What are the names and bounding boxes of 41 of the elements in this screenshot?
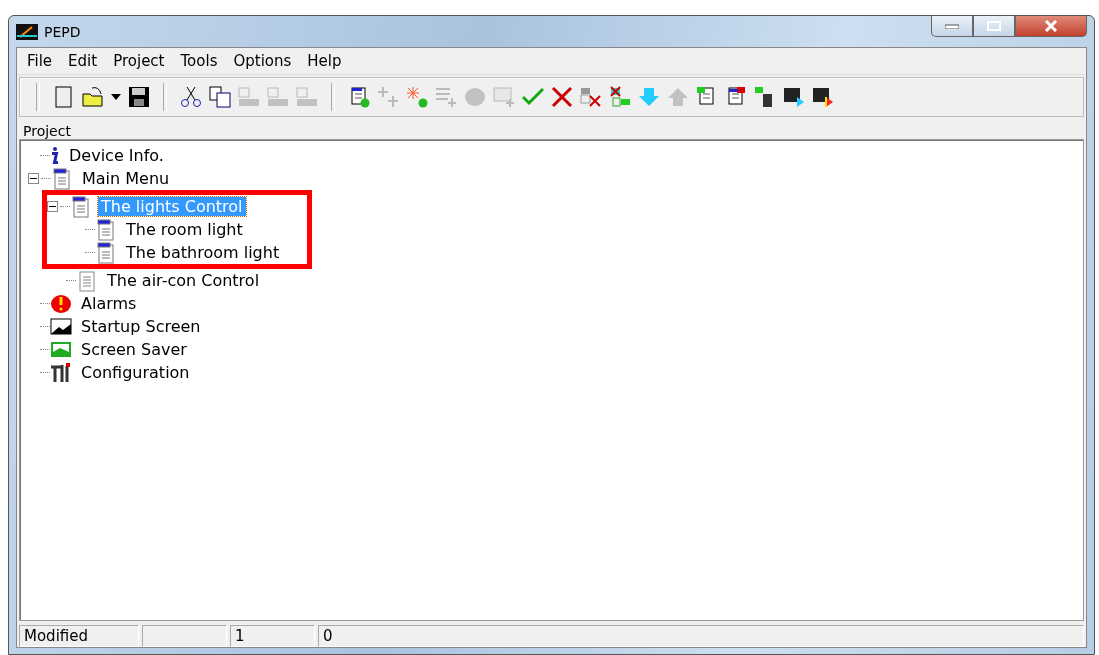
page-icon [51,167,73,190]
status-text: Modified [19,625,139,647]
group-label: Project [22,123,72,139]
tree-item[interactable]: Main Menu [79,169,173,188]
minus-icon [30,175,37,182]
app-logo-icon [16,23,38,40]
status-text: 0 [318,625,1084,647]
minus-icon [49,203,56,210]
menu-item[interactable]: Project [105,50,173,72]
collapse-toggle[interactable] [47,201,58,212]
maximize-button[interactable] [973,16,1015,37]
info-icon [50,144,60,167]
page-icon [95,241,117,264]
image-icon [50,315,72,338]
minimize-button[interactable] [931,16,973,37]
menu-item[interactable]: Tools [172,50,226,72]
page-icon [70,195,92,218]
tree-item[interactable]: Screen Saver [78,340,190,359]
tree-item[interactable]: Alarms [78,294,140,313]
page-icon [95,218,117,241]
menu-item[interactable]: Help [299,50,350,72]
menu-item[interactable]: File [19,50,61,72]
caret-icon [111,94,121,100]
minimize-icon [945,23,959,29]
menu-item[interactable]: Edit [60,50,106,72]
tree-item[interactable]: The air-con Control [104,271,263,290]
tree-item[interactable]: Device Info. [66,146,167,165]
tree-item[interactable]: The bathroom light [123,243,283,262]
collapse-toggle[interactable] [28,173,39,184]
close-button[interactable] [1015,16,1087,37]
page-icon [76,269,98,292]
tree-item[interactable]: The room light [123,220,246,239]
tools-icon [50,361,72,384]
status-text: 1 [230,625,315,647]
close-icon [1044,20,1058,32]
menu-item[interactable]: Options [225,50,300,72]
tree-item[interactable]: Configuration [78,363,193,382]
alarm-icon [50,292,72,315]
window-title: PEPD [44,23,81,40]
maximize-icon [987,21,1001,31]
tree-item[interactable]: Startup Screen [78,317,204,336]
